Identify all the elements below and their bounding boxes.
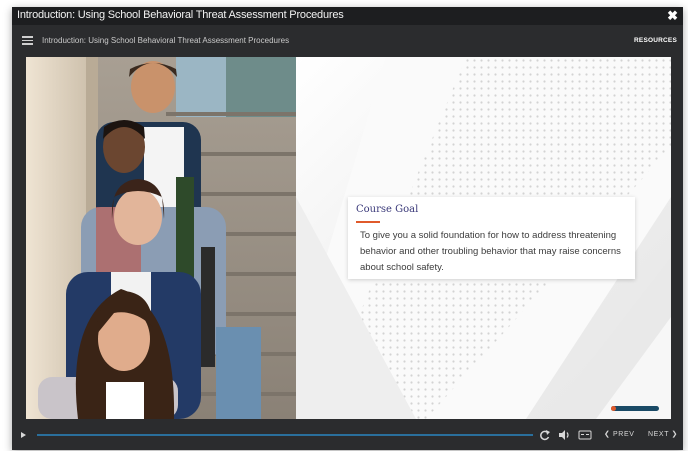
hamburger-menu-icon[interactable] xyxy=(22,36,33,45)
course-title: Introduction: Using School Behavioral Th… xyxy=(42,36,290,45)
replay-icon[interactable] xyxy=(539,428,551,442)
course-goal-card: Course Goal To give you a solid foundati… xyxy=(348,197,635,279)
captions-icon[interactable] xyxy=(578,428,592,442)
player-header: Introduction: Using School Behavioral Th… xyxy=(12,25,683,56)
slide-progress-marker xyxy=(611,406,616,411)
card-title: Course Goal xyxy=(356,204,419,215)
play-icon[interactable] xyxy=(21,432,26,438)
prev-button[interactable]: ❮ PREV xyxy=(604,430,634,438)
slide-stage: Course Goal To give you a solid foundati… xyxy=(26,57,671,419)
playback-bar: ❮ PREV NEXT ❯ xyxy=(12,420,683,450)
next-button[interactable]: NEXT ❯ xyxy=(648,430,678,438)
next-label: NEXT xyxy=(648,431,669,438)
prev-label: PREV xyxy=(613,431,635,438)
window-title: Introduction: Using School Behavioral Th… xyxy=(17,9,344,21)
students-photo xyxy=(26,57,296,419)
card-body-text: To give you a solid foundation for how t… xyxy=(360,230,621,273)
students-photo-illustration xyxy=(26,57,296,419)
player-window: Introduction: Using School Behavioral Th… xyxy=(12,7,683,450)
slide-progress-indicator xyxy=(611,406,659,411)
title-bar: Introduction: Using School Behavioral Th… xyxy=(12,7,683,25)
volume-icon[interactable] xyxy=(558,428,571,442)
content-panel: Course Goal To give you a solid foundati… xyxy=(296,57,671,419)
chevron-right-icon: ❯ xyxy=(668,431,678,438)
close-icon[interactable]: ✖ xyxy=(667,8,678,24)
resources-button[interactable]: RESOURCES xyxy=(634,37,677,44)
chevron-left-icon: ❮ xyxy=(604,431,614,438)
title-underline xyxy=(356,221,380,223)
seek-bar[interactable] xyxy=(37,434,533,436)
